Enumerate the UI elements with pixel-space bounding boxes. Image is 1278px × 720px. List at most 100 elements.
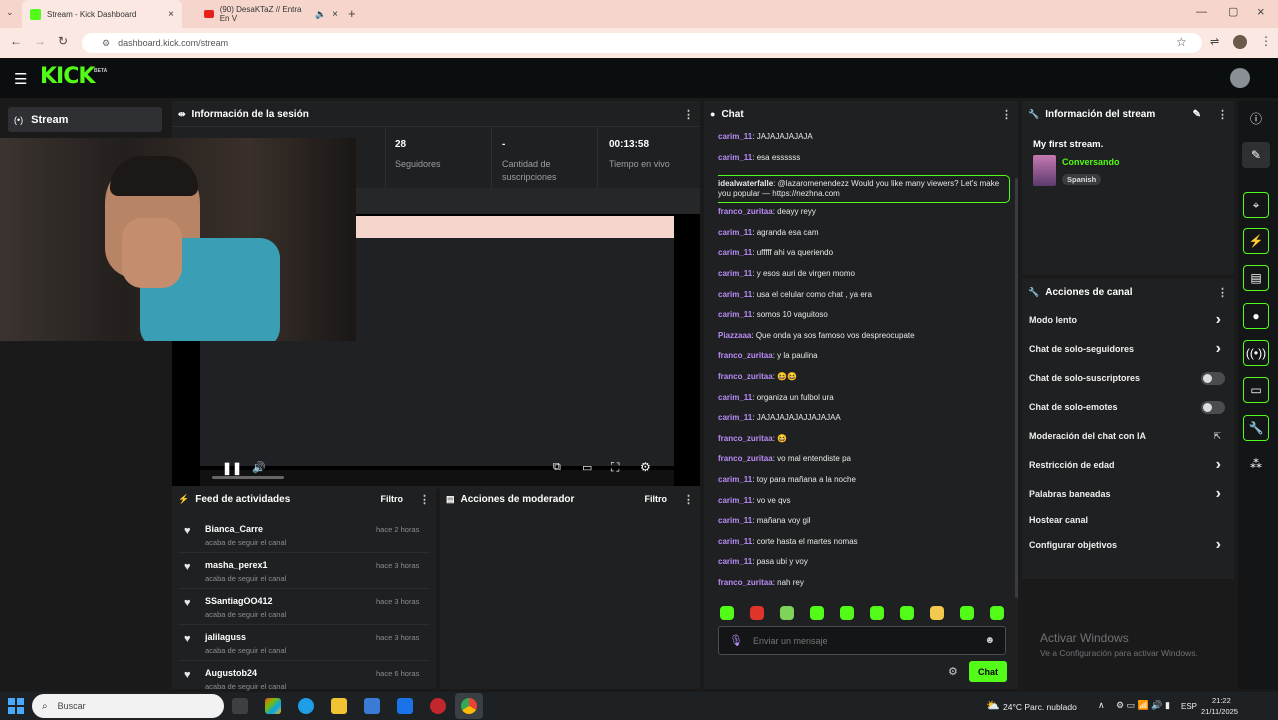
- clock-date[interactable]: 21/11/2025: [1201, 707, 1238, 716]
- filter-button[interactable]: Filtro: [381, 494, 404, 504]
- forward-icon[interactable]: →: [34, 34, 46, 48]
- follower-name[interactable]: Bianca_Carre: [205, 524, 263, 534]
- channel-action-item[interactable]: Chat de solo-suscriptores: [1029, 370, 1227, 386]
- follower-name[interactable]: Augustob24: [205, 668, 257, 678]
- chat-username[interactable]: carim_11: [718, 248, 752, 257]
- preview-widget-icon[interactable]: ▭: [1243, 377, 1269, 403]
- channel-action-item[interactable]: Palabras baneadas ›: [1029, 485, 1227, 502]
- toggle-switch[interactable]: [1201, 371, 1225, 385]
- chat-username[interactable]: carim_11: [718, 393, 752, 402]
- taskbar-search[interactable]: ⌕ Buscar: [32, 694, 224, 718]
- channel-action-item[interactable]: Hostear canal: [1029, 512, 1227, 528]
- back-icon[interactable]: ←: [10, 34, 22, 48]
- doc-widget-icon[interactable]: ▤: [1243, 265, 1269, 291]
- chat-username[interactable]: carim_11: [718, 516, 752, 525]
- chat-settings-icon[interactable]: ⚙: [948, 665, 958, 678]
- obs-icon[interactable]: [430, 698, 446, 714]
- chat-username[interactable]: franco_zuritaa: [718, 454, 773, 463]
- chat-username[interactable]: carim_11: [718, 132, 752, 141]
- tray-chevron-icon[interactable]: ∧: [1098, 700, 1105, 711]
- chat-widget-icon[interactable]: ●: [1243, 303, 1269, 329]
- kick-logo[interactable]: KICK: [40, 64, 95, 89]
- chat-username[interactable]: carim_11: [718, 290, 752, 299]
- blob-emote-icon[interactable]: [990, 606, 1004, 620]
- blob-emote-icon[interactable]: [870, 606, 884, 620]
- chat-scrollbar[interactable]: [1015, 178, 1018, 598]
- microphone-icon[interactable]: 🎙: [729, 634, 743, 647]
- minimize-icon[interactable]: —: [1196, 6, 1207, 18]
- chat-username[interactable]: franco_zuritaa: [718, 372, 773, 381]
- mod-menu-icon[interactable]: ⋮: [683, 493, 694, 506]
- site-info-icon[interactable]: ⚙: [102, 38, 110, 49]
- chat-message-field[interactable]: [752, 635, 973, 646]
- chat-username[interactable]: carim_11: [718, 475, 752, 484]
- kick-emote-icon[interactable]: [720, 606, 734, 620]
- broadcast-widget-icon[interactable]: ((•)): [1243, 340, 1269, 366]
- theater-mode-icon[interactable]: ▭: [582, 461, 592, 474]
- settings-gear-icon[interactable]: ⚙: [640, 460, 651, 474]
- windows-start-icon[interactable]: [8, 698, 24, 714]
- pip-icon[interactable]: ⧉: [553, 461, 561, 474]
- bolt-widget-icon[interactable]: ⚡: [1243, 228, 1269, 254]
- user-avatar[interactable]: [1230, 68, 1250, 88]
- blob-emote-icon[interactable]: [900, 606, 914, 620]
- chrome-icon[interactable]: [461, 698, 477, 714]
- channel-action-item[interactable]: Modo lento ›: [1029, 311, 1227, 328]
- channel-action-item[interactable]: Chat de solo-seguidores ›: [1029, 340, 1227, 357]
- task-view-icon[interactable]: [232, 698, 248, 714]
- mic-emote-icon[interactable]: [750, 606, 764, 620]
- follower-name[interactable]: jalilaguss: [205, 632, 246, 642]
- focus-widget-icon[interactable]: ⌖: [1243, 192, 1269, 218]
- follower-name[interactable]: masha_perex1: [205, 560, 268, 570]
- activity-menu-icon[interactable]: ⋮: [419, 493, 430, 506]
- close-window-icon[interactable]: ×: [1257, 4, 1265, 19]
- session-menu-icon[interactable]: ⋮: [683, 108, 694, 121]
- stream-info-menu-icon[interactable]: ⋮: [1217, 108, 1228, 121]
- blob-emote-icon[interactable]: [810, 606, 824, 620]
- chat-username[interactable]: carim_11: [718, 310, 752, 319]
- maximize-icon[interactable]: ▢: [1228, 5, 1238, 18]
- chat-input[interactable]: 🎙 ☻: [718, 626, 1006, 655]
- menu-kebab-icon[interactable]: ⋮: [1260, 34, 1272, 48]
- tab-search-icon[interactable]: ⌄: [6, 7, 14, 18]
- emoji-icon[interactable]: ☻: [984, 635, 995, 646]
- language-indicator[interactable]: ESP: [1181, 702, 1197, 711]
- file-explorer-icon[interactable]: [331, 698, 347, 714]
- address-bar[interactable]: ⚙ dashboard.kick.com/stream: [82, 33, 1202, 53]
- copilot-icon[interactable]: [265, 698, 281, 714]
- clock-time[interactable]: 21:22: [1212, 696, 1231, 705]
- channel-action-item[interactable]: Moderación del chat con IA ⇱: [1029, 428, 1227, 444]
- channel-action-item[interactable]: Restricción de edad ›: [1029, 456, 1227, 473]
- chat-username[interactable]: carim_11: [718, 537, 752, 546]
- reload-icon[interactable]: ↻: [58, 34, 68, 48]
- blob-emote-icon[interactable]: [960, 606, 974, 620]
- follower-name[interactable]: SSantiagOO412: [205, 596, 273, 606]
- chat-username[interactable]: carim_11: [718, 557, 752, 566]
- pause-icon[interactable]: ❚❚: [222, 461, 242, 475]
- chat-username[interactable]: franco_zuritaa: [718, 578, 773, 587]
- bookmark-star-icon[interactable]: ☆: [1176, 35, 1187, 49]
- nav-item-stream[interactable]: (•) Stream: [8, 107, 162, 132]
- send-chat-button[interactable]: Chat: [969, 661, 1007, 682]
- close-tab-icon[interactable]: ×: [168, 9, 174, 20]
- chat-username[interactable]: carim_11: [718, 153, 752, 162]
- store-icon[interactable]: [364, 698, 380, 714]
- weather-text[interactable]: 24°C Parc. nublado: [1003, 702, 1077, 712]
- chat-username[interactable]: idealwaterfalle: [718, 179, 773, 188]
- channel-action-item[interactable]: Chat de solo-emotes: [1029, 399, 1227, 415]
- chat-username[interactable]: carim_11: [718, 269, 752, 278]
- filter-button[interactable]: Filtro: [645, 494, 668, 504]
- channel-action-item[interactable]: Configurar objetivos ›: [1029, 536, 1227, 553]
- category-thumbnail[interactable]: [1033, 155, 1056, 186]
- edge-icon[interactable]: [298, 698, 314, 714]
- gem-emote-icon[interactable]: [840, 606, 854, 620]
- chat-username[interactable]: carim_11: [718, 228, 752, 237]
- new-tab-icon[interactable]: +: [348, 6, 356, 21]
- close-tab-icon[interactable]: ×: [332, 9, 338, 20]
- extensions-icon[interactable]: ⇌: [1210, 35, 1219, 48]
- volume-icon[interactable]: 🔊: [252, 461, 266, 474]
- chat-username[interactable]: carim_11: [718, 496, 752, 505]
- tray-icons[interactable]: ⚙ ▭ 📶 🔊 ▮: [1116, 700, 1170, 711]
- wrench-widget-icon[interactable]: 🔧: [1243, 415, 1269, 441]
- profile-avatar[interactable]: [1233, 35, 1247, 49]
